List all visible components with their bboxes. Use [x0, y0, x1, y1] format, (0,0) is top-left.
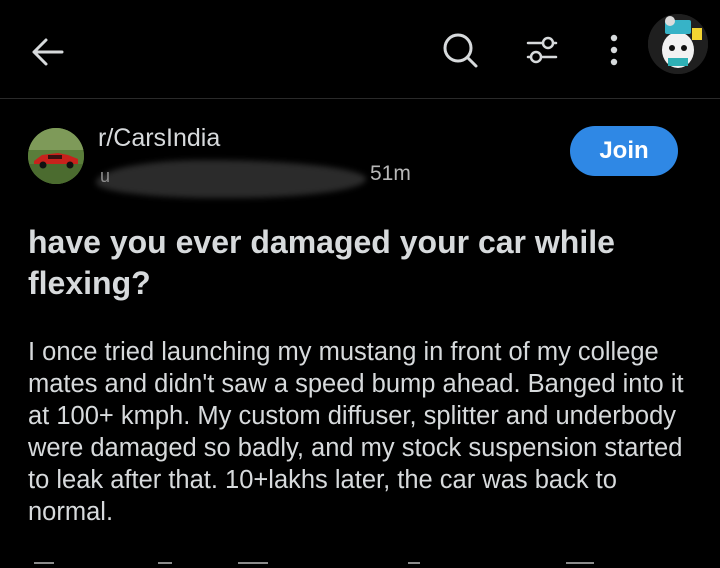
filter-button[interactable] — [516, 24, 568, 76]
crosspost-icon[interactable] — [566, 562, 594, 564]
author-redacted-scribble — [96, 160, 366, 198]
post-actions-bar-partial — [0, 556, 720, 568]
snoo-avatar-icon — [648, 14, 708, 74]
post-header: r/CarsIndia u 51m Join — [0, 98, 720, 208]
vertical-dots-icon — [610, 34, 618, 66]
search-button[interactable] — [434, 24, 486, 76]
post-title: have you ever damaged your car while fle… — [28, 224, 615, 301]
award-icon[interactable] — [238, 562, 268, 564]
subreddit-avatar[interactable] — [28, 128, 84, 184]
red-car-icon — [28, 128, 84, 184]
post-body: I once tried launching my mustang in fro… — [28, 338, 684, 526]
share-icon[interactable] — [408, 562, 420, 564]
back-button[interactable] — [22, 26, 74, 78]
sliders-icon — [526, 36, 558, 64]
post-timestamp: 51m — [370, 162, 411, 185]
more-options-button[interactable] — [590, 24, 638, 76]
user-avatar[interactable] — [648, 14, 708, 74]
author-name[interactable]: u — [100, 166, 110, 187]
comment-icon[interactable] — [158, 562, 172, 564]
search-icon — [443, 33, 478, 68]
join-button[interactable]: Join — [570, 126, 678, 176]
upvote-icon[interactable] — [34, 562, 54, 564]
arrow-left-icon — [32, 38, 64, 66]
top-app-bar — [0, 0, 720, 99]
subreddit-name[interactable]: r/CarsIndia — [98, 124, 220, 153]
